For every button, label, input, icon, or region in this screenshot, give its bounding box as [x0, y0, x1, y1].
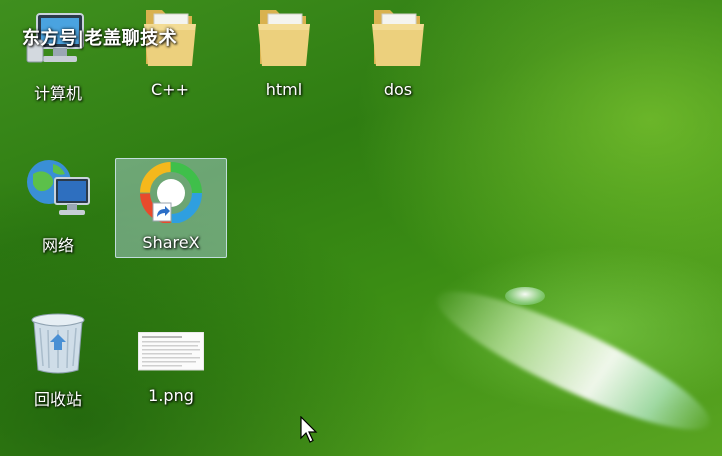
- icon-label: 1.png: [148, 386, 194, 405]
- icon-label: 网络: [41, 236, 74, 255]
- desktop-icon-recycle-bin[interactable]: 回收站: [2, 312, 114, 412]
- folder-icon: [248, 6, 320, 70]
- icon-label: html: [265, 80, 303, 99]
- icon-label: 回收站: [33, 390, 82, 409]
- recycle-bin-icon: [22, 312, 94, 376]
- desktop-icon-network[interactable]: 网络: [2, 158, 114, 258]
- image-file-icon: [135, 312, 207, 376]
- sharex-icon: [135, 159, 207, 223]
- wallpaper-droplet: [505, 287, 545, 305]
- icon-label: ShareX: [142, 233, 200, 252]
- mouse-cursor-icon: [300, 415, 320, 448]
- icon-label: C++: [151, 80, 189, 99]
- folder-icon: [362, 6, 434, 70]
- icon-label: dos: [383, 80, 413, 99]
- network-icon: [22, 158, 94, 222]
- desktop-icon-sharex[interactable]: ShareX: [115, 158, 227, 258]
- desktop-icon-folder-cpp[interactable]: C++: [114, 6, 226, 106]
- desktop-icon-image-file[interactable]: 1.png: [115, 312, 227, 412]
- wallpaper-streak: [424, 270, 722, 452]
- icon-label: 计算机: [33, 84, 82, 103]
- desktop-icon-folder-html[interactable]: html: [228, 6, 340, 106]
- watermark-text: 东方号|老盖聊技术: [22, 28, 178, 49]
- desktop-icon-computer[interactable]: 计算机: [2, 6, 114, 106]
- desktop-icon-folder-dos[interactable]: dos: [342, 6, 454, 106]
